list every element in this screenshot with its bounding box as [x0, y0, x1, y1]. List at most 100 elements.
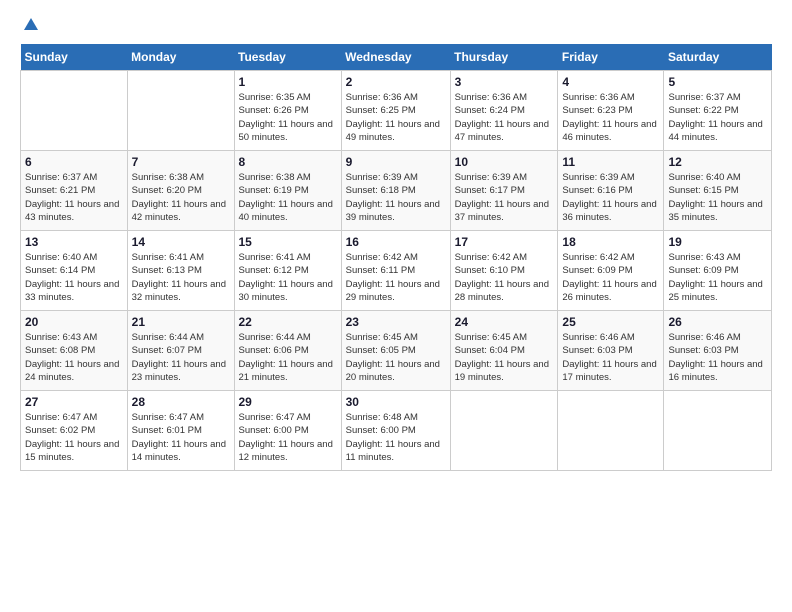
day-number: 12 — [668, 155, 767, 169]
calendar-cell: 25Sunrise: 6:46 AMSunset: 6:03 PMDayligh… — [558, 311, 664, 391]
header-tuesday: Tuesday — [234, 44, 341, 71]
logo-icon — [22, 16, 40, 34]
day-info: Sunrise: 6:43 AMSunset: 6:08 PMDaylight:… — [25, 331, 123, 384]
calendar-cell — [558, 391, 664, 471]
calendar-cell: 3Sunrise: 6:36 AMSunset: 6:24 PMDaylight… — [450, 71, 558, 151]
header-sunday: Sunday — [21, 44, 128, 71]
calendar-cell — [127, 71, 234, 151]
calendar-cell: 13 Sunrise: 6:40 AMSunset: 6:14 PMDayligh… — [21, 231, 128, 311]
day-info: Sunrise: 6:37 AMSunset: 6:21 PMDaylight:… — [25, 171, 123, 224]
day-number: 19 — [668, 235, 767, 249]
day-number: 14 — [132, 235, 230, 249]
day-number: 26 — [668, 315, 767, 329]
calendar-cell: 28 Sunrise: 6:47 AMSunset: 6:01 PMDayligh… — [127, 391, 234, 471]
calendar-cell: 29 Sunrise: 6:47 AMSunset: 6:00 PMDayligh… — [234, 391, 341, 471]
day-info: Sunrise: 6:36 AMSunset: 6:23 PMDaylight:… — [562, 91, 659, 144]
header-monday: Monday — [127, 44, 234, 71]
day-info: Sunrise: 6:40 AMSunset: 6:15 PMDaylight:… — [668, 171, 767, 224]
day-info: Sunrise: 6:42 AMSunset: 6:09 PMDaylight:… — [562, 251, 659, 304]
day-info: Sunrise: 6:40 AMSunset: 6:14 PMDaylight:… — [25, 251, 123, 304]
calendar-table: SundayMondayTuesdayWednesdayThursdayFrid… — [20, 44, 772, 471]
day-number: 18 — [562, 235, 659, 249]
day-number: 30 — [346, 395, 446, 409]
day-number: 3 — [455, 75, 554, 89]
calendar-cell: 7 Sunrise: 6:38 AMSunset: 6:20 PMDaylight… — [127, 151, 234, 231]
day-number: 7 — [132, 155, 230, 169]
calendar-cell: 5 Sunrise: 6:37 AMSunset: 6:22 PMDaylight… — [664, 71, 772, 151]
logo — [20, 20, 40, 34]
day-number: 29 — [239, 395, 337, 409]
day-number: 21 — [132, 315, 230, 329]
day-info: Sunrise: 6:42 AMSunset: 6:11 PMDaylight:… — [346, 251, 446, 304]
day-info: Sunrise: 6:43 AMSunset: 6:09 PMDaylight:… — [668, 251, 767, 304]
day-info: Sunrise: 6:39 AMSunset: 6:16 PMDaylight:… — [562, 171, 659, 224]
calendar-cell: 2 Sunrise: 6:36 AMSunset: 6:25 PMDaylight… — [341, 71, 450, 151]
calendar-cell: 18 Sunrise: 6:42 AMSunset: 6:09 PMDayligh… — [558, 231, 664, 311]
day-number: 17 — [455, 235, 554, 249]
day-info: Sunrise: 6:45 AMSunset: 6:05 PMDaylight:… — [346, 331, 446, 384]
day-number: 9 — [346, 155, 446, 169]
day-info: Sunrise: 6:41 AMSunset: 6:13 PMDaylight:… — [132, 251, 230, 304]
day-info: Sunrise: 6:38 AMSunset: 6:19 PMDaylight:… — [239, 171, 337, 224]
page-header — [20, 20, 772, 34]
day-number: 22 — [239, 315, 337, 329]
day-number: 4 — [562, 75, 659, 89]
day-number: 13 — [25, 235, 123, 249]
calendar-cell: 17 Sunrise: 6:42 AMSunset: 6:10 PMDayligh… — [450, 231, 558, 311]
week-row-5: 27 Sunrise: 6:47 AMSunset: 6:02 PMDayligh… — [21, 391, 772, 471]
day-info: Sunrise: 6:44 AMSunset: 6:07 PMDaylight:… — [132, 331, 230, 384]
day-info: Sunrise: 6:44 AMSunset: 6:06 PMDaylight:… — [239, 331, 337, 384]
calendar-cell: 14 Sunrise: 6:41 AMSunset: 6:13 PMDayligh… — [127, 231, 234, 311]
day-number: 15 — [239, 235, 337, 249]
week-row-3: 13 Sunrise: 6:40 AMSunset: 6:14 PMDayligh… — [21, 231, 772, 311]
header-saturday: Saturday — [664, 44, 772, 71]
day-info: Sunrise: 6:45 AMSunset: 6:04 PMDaylight:… — [455, 331, 554, 384]
day-info: Sunrise: 6:42 AMSunset: 6:10 PMDaylight:… — [455, 251, 554, 304]
calendar-cell — [21, 71, 128, 151]
day-number: 6 — [25, 155, 123, 169]
day-info: Sunrise: 6:48 AMSunset: 6:00 PMDaylight:… — [346, 411, 446, 464]
calendar-cell: 26 Sunrise: 6:46 AMSunset: 6:03 PMDayligh… — [664, 311, 772, 391]
calendar-cell: 11 Sunrise: 6:39 AMSunset: 6:16 PMDayligh… — [558, 151, 664, 231]
day-number: 28 — [132, 395, 230, 409]
day-number: 20 — [25, 315, 123, 329]
week-row-1: 1 Sunrise: 6:35 AMSunset: 6:26 PMDaylight… — [21, 71, 772, 151]
calendar-cell: 23 Sunrise: 6:45 AMSunset: 6:05 PMDayligh… — [341, 311, 450, 391]
calendar-cell — [664, 391, 772, 471]
calendar-cell — [450, 391, 558, 471]
calendar-cell: 4 Sunrise: 6:36 AMSunset: 6:23 PMDaylight… — [558, 71, 664, 151]
day-number: 11 — [562, 155, 659, 169]
day-number: 5 — [668, 75, 767, 89]
calendar-cell: 22 Sunrise: 6:44 AMSunset: 6:06 PMDayligh… — [234, 311, 341, 391]
day-info: Sunrise: 6:46 AMSunset: 6:03 PMDaylight:… — [668, 331, 767, 384]
calendar-cell: 6 Sunrise: 6:37 AMSunset: 6:21 PMDaylight… — [21, 151, 128, 231]
day-info: Sunrise: 6:47 AMSunset: 6:00 PMDaylight:… — [239, 411, 337, 464]
calendar-cell: 19 Sunrise: 6:43 AMSunset: 6:09 PMDayligh… — [664, 231, 772, 311]
day-info: Sunrise: 6:47 AMSunset: 6:01 PMDaylight:… — [132, 411, 230, 464]
day-info: Sunrise: 6:38 AMSunset: 6:20 PMDaylight:… — [132, 171, 230, 224]
header-thursday: Thursday — [450, 44, 558, 71]
calendar-cell: 30 Sunrise: 6:48 AMSunset: 6:00 PMDayligh… — [341, 391, 450, 471]
day-number: 2 — [346, 75, 446, 89]
day-info: Sunrise: 6:39 AMSunset: 6:17 PMDaylight:… — [455, 171, 554, 224]
day-number: 16 — [346, 235, 446, 249]
day-info: Sunrise: 6:47 AMSunset: 6:02 PMDaylight:… — [25, 411, 123, 464]
calendar-cell: 27 Sunrise: 6:47 AMSunset: 6:02 PMDayligh… — [21, 391, 128, 471]
day-info: Sunrise: 6:41 AMSunset: 6:12 PMDaylight:… — [239, 251, 337, 304]
day-number: 23 — [346, 315, 446, 329]
calendar-cell: 8Sunrise: 6:38 AMSunset: 6:19 PMDaylight… — [234, 151, 341, 231]
day-info: Sunrise: 6:35 AMSunset: 6:26 PMDaylight:… — [239, 91, 337, 144]
day-info: Sunrise: 6:39 AMSunset: 6:18 PMDaylight:… — [346, 171, 446, 224]
day-number: 25 — [562, 315, 659, 329]
calendar-cell: 21 Sunrise: 6:44 AMSunset: 6:07 PMDayligh… — [127, 311, 234, 391]
day-number: 24 — [455, 315, 554, 329]
week-row-2: 6 Sunrise: 6:37 AMSunset: 6:21 PMDaylight… — [21, 151, 772, 231]
calendar-cell: 24 Sunrise: 6:45 AMSunset: 6:04 PMDayligh… — [450, 311, 558, 391]
day-info: Sunrise: 6:36 AMSunset: 6:25 PMDaylight:… — [346, 91, 446, 144]
calendar-cell: 1 Sunrise: 6:35 AMSunset: 6:26 PMDaylight… — [234, 71, 341, 151]
calendar-header-row: SundayMondayTuesdayWednesdayThursdayFrid… — [21, 44, 772, 71]
calendar-cell: 12 Sunrise: 6:40 AMSunset: 6:15 PMDayligh… — [664, 151, 772, 231]
day-number: 27 — [25, 395, 123, 409]
day-number: 1 — [239, 75, 337, 89]
day-info: Sunrise: 6:37 AMSunset: 6:22 PMDaylight:… — [668, 91, 767, 144]
